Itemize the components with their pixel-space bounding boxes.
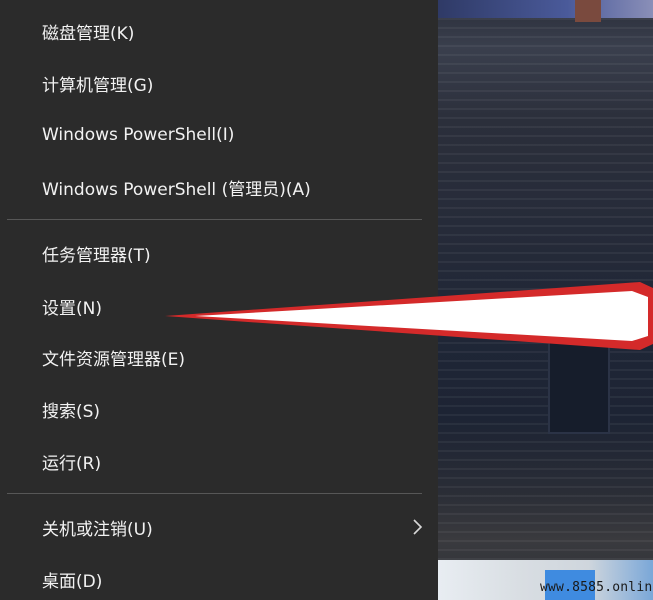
menu-item-computer-management[interactable]: 计算机管理(G): [0, 61, 438, 105]
desktop-chimney: [575, 0, 601, 22]
menu-item-label: 搜索(S): [42, 401, 101, 422]
menu-item-powershell[interactable]: Windows PowerShell(I): [0, 113, 438, 157]
menu-item-desktop[interactable]: 桌面(D): [0, 557, 438, 600]
menu-item-label: 桌面(D): [42, 571, 103, 592]
menu-item-run[interactable]: 运行(R): [0, 439, 438, 483]
watermark-text: www.8585.online: [540, 580, 653, 595]
menu-item-label: 磁盘管理(K): [42, 23, 135, 44]
menu-item-label: 文件资源管理器(E): [42, 349, 186, 370]
menu-item-label: Windows PowerShell (管理员)(A): [42, 179, 311, 200]
desktop-sky: [438, 0, 653, 18]
menu-separator: [7, 493, 422, 494]
menu-item-label: 设置(N): [42, 298, 102, 319]
menu-item-disk-management[interactable]: 磁盘管理(K): [0, 9, 438, 53]
menu-item-powershell-admin[interactable]: Windows PowerShell (管理员)(A): [0, 165, 438, 209]
menu-item-search[interactable]: 搜索(S): [0, 387, 438, 431]
menu-item-file-explorer[interactable]: 文件资源管理器(E): [0, 335, 438, 379]
menu-item-settings[interactable]: 设置(N): [0, 284, 438, 328]
menu-item-shutdown-signout[interactable]: 关机或注销(U): [0, 505, 438, 549]
winx-context-menu: 磁盘管理(K) 计算机管理(G) Windows PowerShell(I) W…: [0, 0, 438, 600]
menu-item-label: 运行(R): [42, 453, 102, 474]
menu-item-task-manager[interactable]: 任务管理器(T): [0, 231, 438, 275]
menu-separator: [7, 219, 422, 220]
desktop-background: [438, 0, 653, 600]
menu-item-label: 任务管理器(T): [42, 245, 151, 266]
menu-item-label: Windows PowerShell(I): [42, 125, 235, 145]
menu-item-label: 关机或注销(U): [42, 519, 153, 540]
desktop-window-shape: [548, 338, 610, 434]
menu-item-label: 计算机管理(G): [42, 75, 154, 96]
screen: www.8585.online 磁盘管理(K) 计算机管理(G) Windows…: [0, 0, 653, 600]
chevron-right-icon: [413, 519, 423, 535]
